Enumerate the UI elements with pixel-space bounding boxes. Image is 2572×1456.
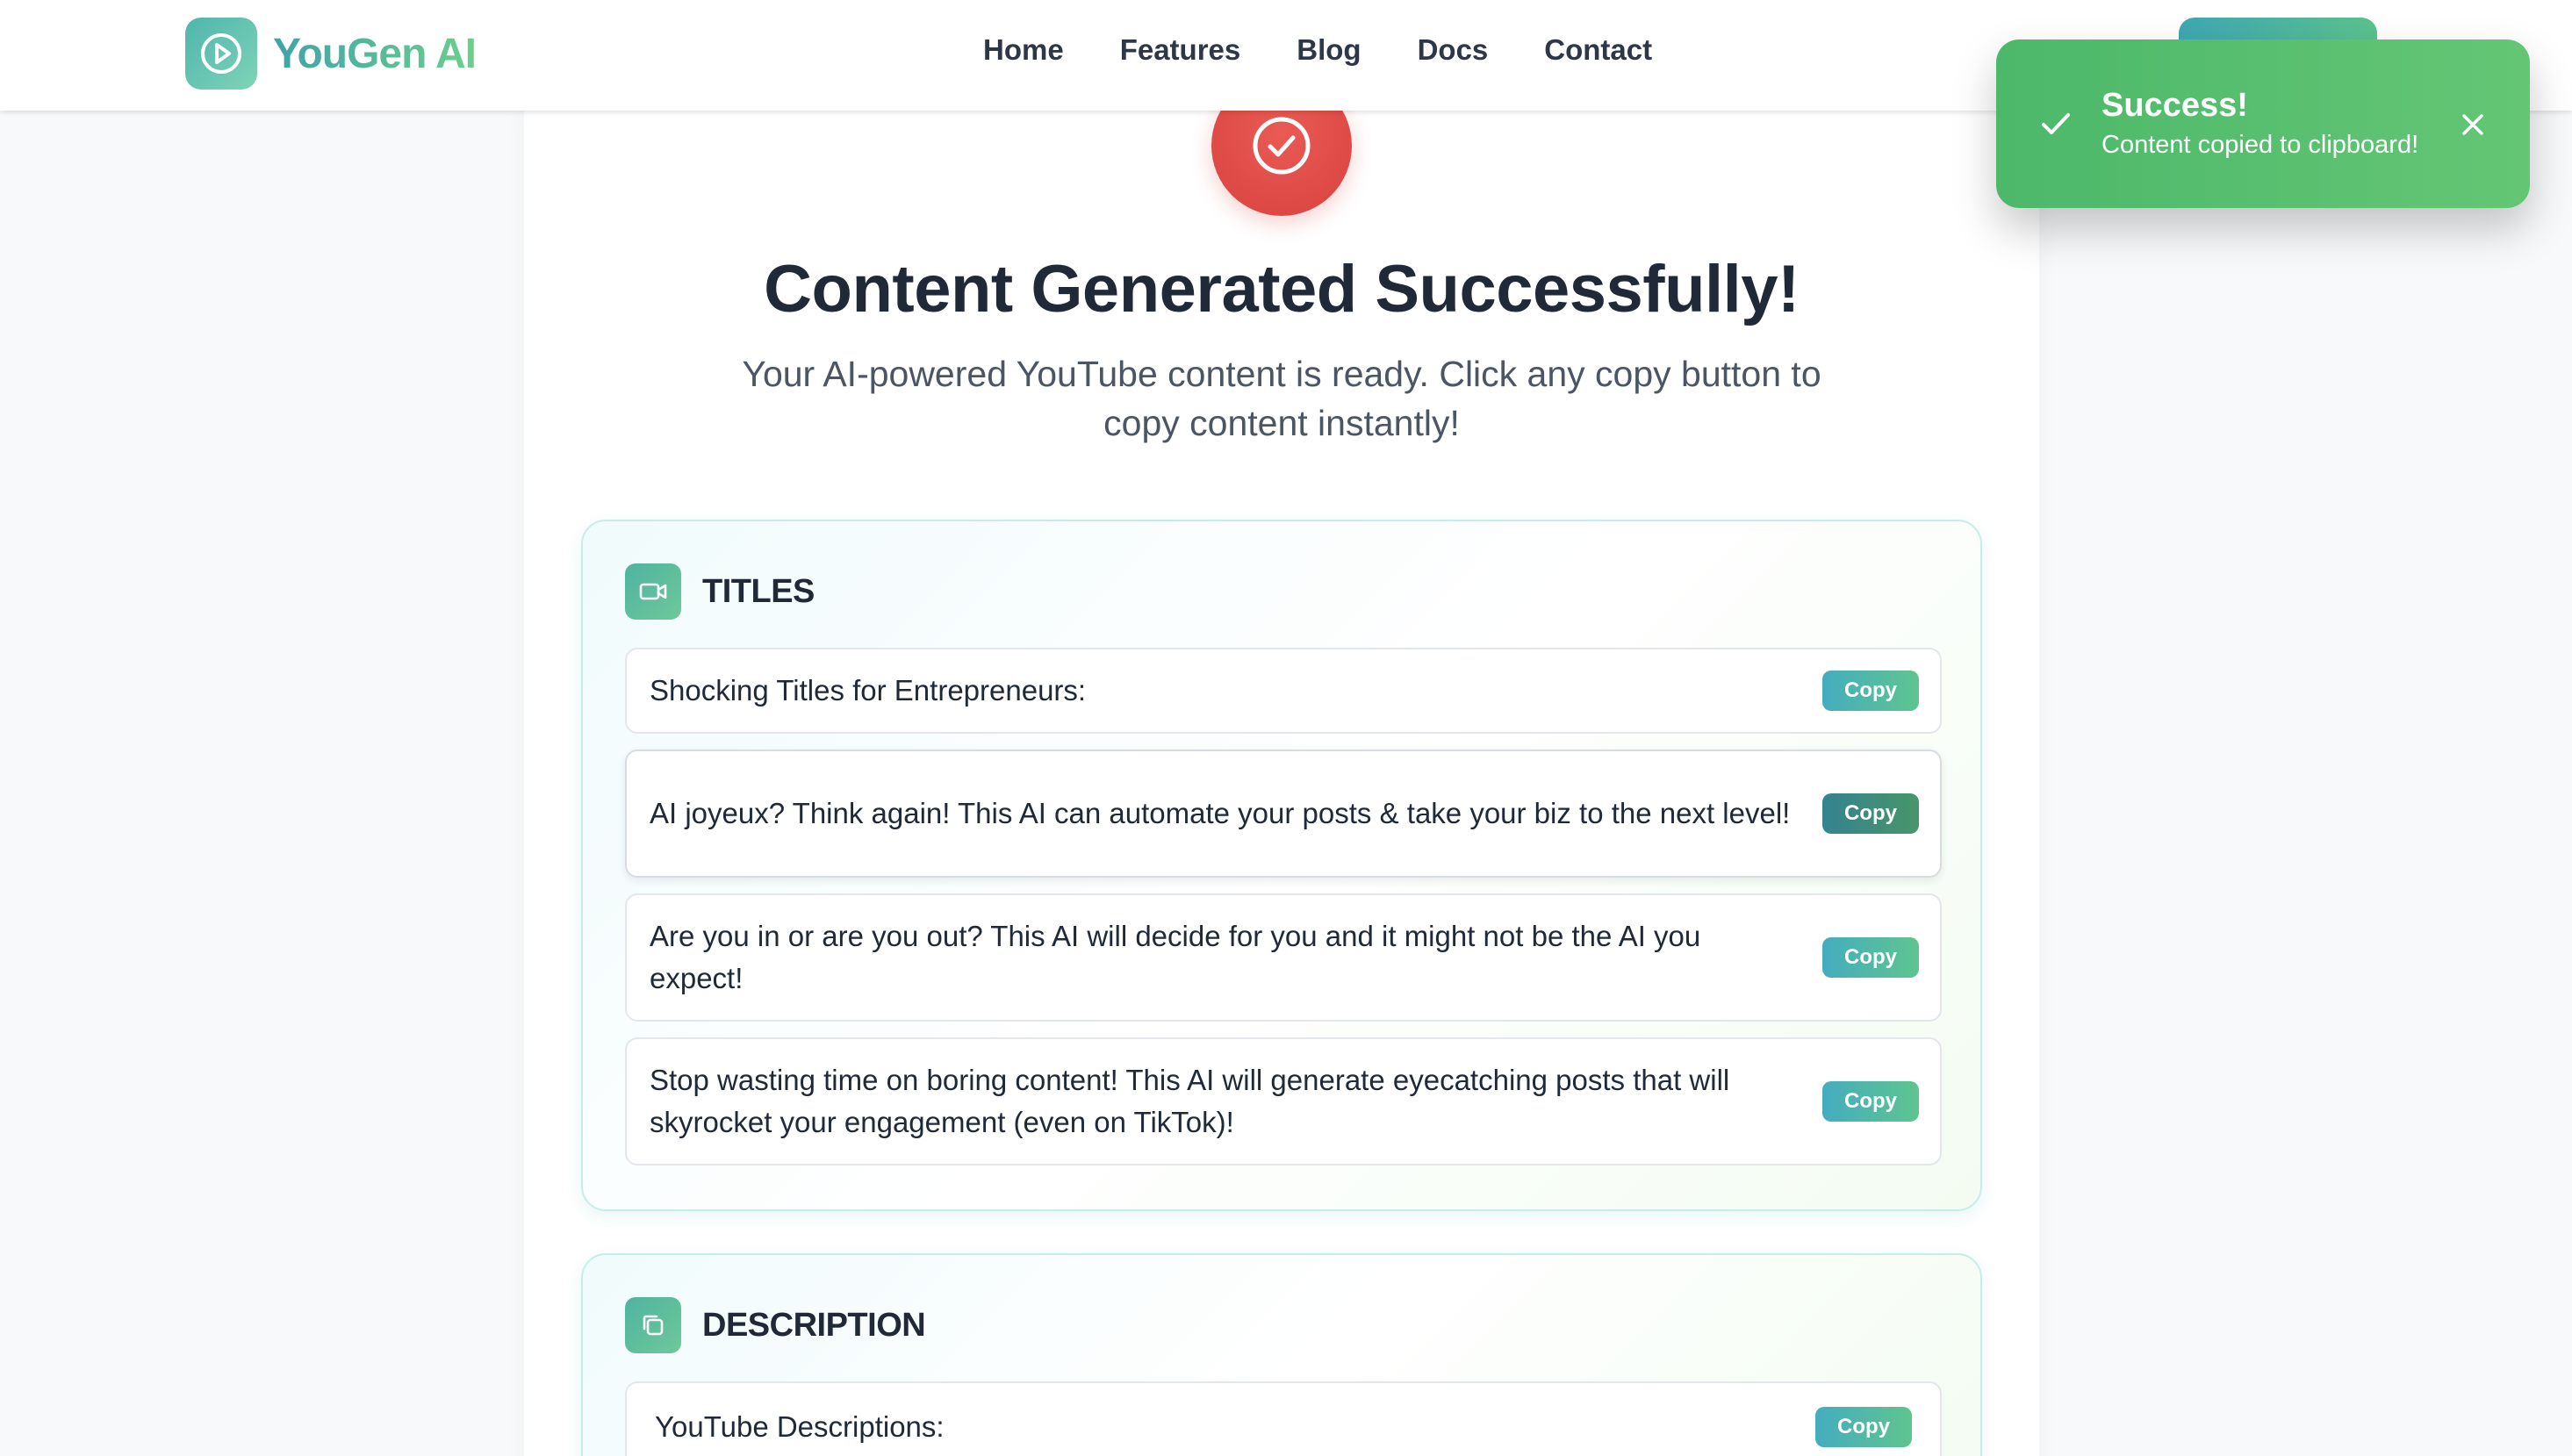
- section-title: DESCRIPTION: [702, 1306, 926, 1344]
- titles-section: TITLES Shocking Titles for Entrepreneurs…: [581, 520, 1982, 1211]
- copy-button[interactable]: Copy: [1822, 937, 1919, 978]
- nav-link-blog[interactable]: Blog: [1297, 33, 1361, 67]
- section-header: DESCRIPTION: [625, 1297, 926, 1353]
- nav-link-home[interactable]: Home: [983, 33, 1064, 67]
- description-item-text: YouTube Descriptions:: [655, 1410, 945, 1443]
- title-item-text: Stop wasting time on boring content! Thi…: [650, 1064, 1730, 1138]
- toast-message: Content copied to clipboard!: [2101, 131, 2419, 159]
- title-item: Are you in or are you out? This AI will …: [625, 893, 1942, 1022]
- section-header: TITLES: [625, 563, 815, 620]
- play-circle-icon: [185, 18, 257, 90]
- title-item: AI joyeux? Think again! This AI can auto…: [625, 750, 1942, 878]
- page-subtitle: Your AI-powered YouTube content is ready…: [742, 354, 1821, 443]
- title-item-text: Are you in or are you out? This AI will …: [650, 920, 1701, 994]
- title-item: Shocking Titles for Entrepreneurs: Copy: [625, 648, 1942, 734]
- nav-link-docs[interactable]: Docs: [1418, 33, 1489, 67]
- toast-title: Success!: [2101, 87, 2248, 124]
- description-section: DESCRIPTION YouTube Descriptions: Copy: [581, 1253, 1982, 1456]
- copy-button[interactable]: Copy: [1822, 793, 1919, 834]
- close-icon[interactable]: [2456, 108, 2489, 141]
- title-item: Stop wasting time on boring content! Thi…: [625, 1037, 1942, 1166]
- copy-button[interactable]: Copy: [1815, 1407, 1912, 1447]
- section-title: TITLES: [702, 572, 815, 610]
- copy-button[interactable]: Copy: [1822, 1081, 1919, 1122]
- description-item: YouTube Descriptions: Copy: [625, 1381, 1942, 1456]
- nav-link-features[interactable]: Features: [1120, 33, 1241, 67]
- logo[interactable]: YouGen AI: [185, 18, 477, 90]
- success-toast: Success! Content copied to clipboard!: [1996, 39, 2530, 208]
- copy-icon: [625, 1297, 681, 1353]
- page-title: Content Generated Successfully!: [764, 252, 1800, 326]
- copy-button[interactable]: Copy: [1822, 671, 1919, 711]
- check-icon: [2042, 113, 2070, 134]
- video-camera-icon: [625, 563, 681, 620]
- logo-text: YouGen AI: [273, 30, 477, 77]
- title-item-text: Shocking Titles for Entrepreneurs:: [650, 674, 1087, 706]
- main-nav: Home Features Blog Docs Contact: [983, 33, 1708, 67]
- nav-link-contact[interactable]: Contact: [1544, 33, 1652, 67]
- title-item-text: AI joyeux? Think again! This AI can auto…: [650, 797, 1791, 829]
